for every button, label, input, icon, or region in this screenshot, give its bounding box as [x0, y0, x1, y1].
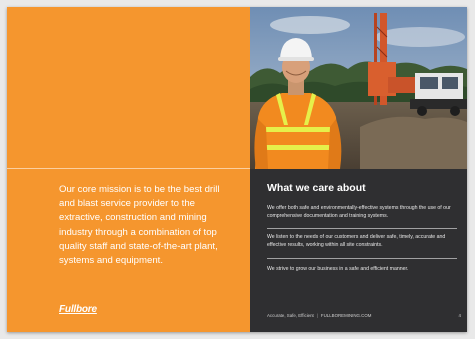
- mission-divider: [7, 168, 250, 169]
- footer-tagline: Accurate, Safe, Efficient: [267, 313, 314, 318]
- mission-statement: Our core mission is to be the best drill…: [59, 184, 220, 267]
- worker-photo: [250, 7, 467, 169]
- section-title: What we care about: [267, 182, 366, 194]
- fullbore-logo: Fullbore: [59, 304, 97, 315]
- page-number: 4: [458, 313, 461, 318]
- value-paragraph: We offer both safe and environmentally-e…: [267, 205, 451, 219]
- footer-separator: |: [316, 313, 318, 318]
- paragraph-divider: [267, 228, 457, 229]
- worker-photo-illustration: [250, 7, 467, 169]
- page-footer: Accurate, Safe, Efficient | FULLBOREMINING…: [267, 313, 371, 318]
- values-panel: What we care about We offer both safe an…: [250, 7, 467, 332]
- value-paragraph: We strive to grow our business in a safe…: [267, 266, 409, 272]
- brochure-spread: Our core mission is to be the best drill…: [7, 7, 467, 332]
- value-paragraph: We listen to the needs of our customers …: [267, 234, 446, 248]
- mission-panel: Our core mission is to be the best drill…: [7, 7, 250, 332]
- paragraph-divider: [267, 258, 457, 259]
- footer-website: FULLBOREMINING.COM: [320, 313, 372, 318]
